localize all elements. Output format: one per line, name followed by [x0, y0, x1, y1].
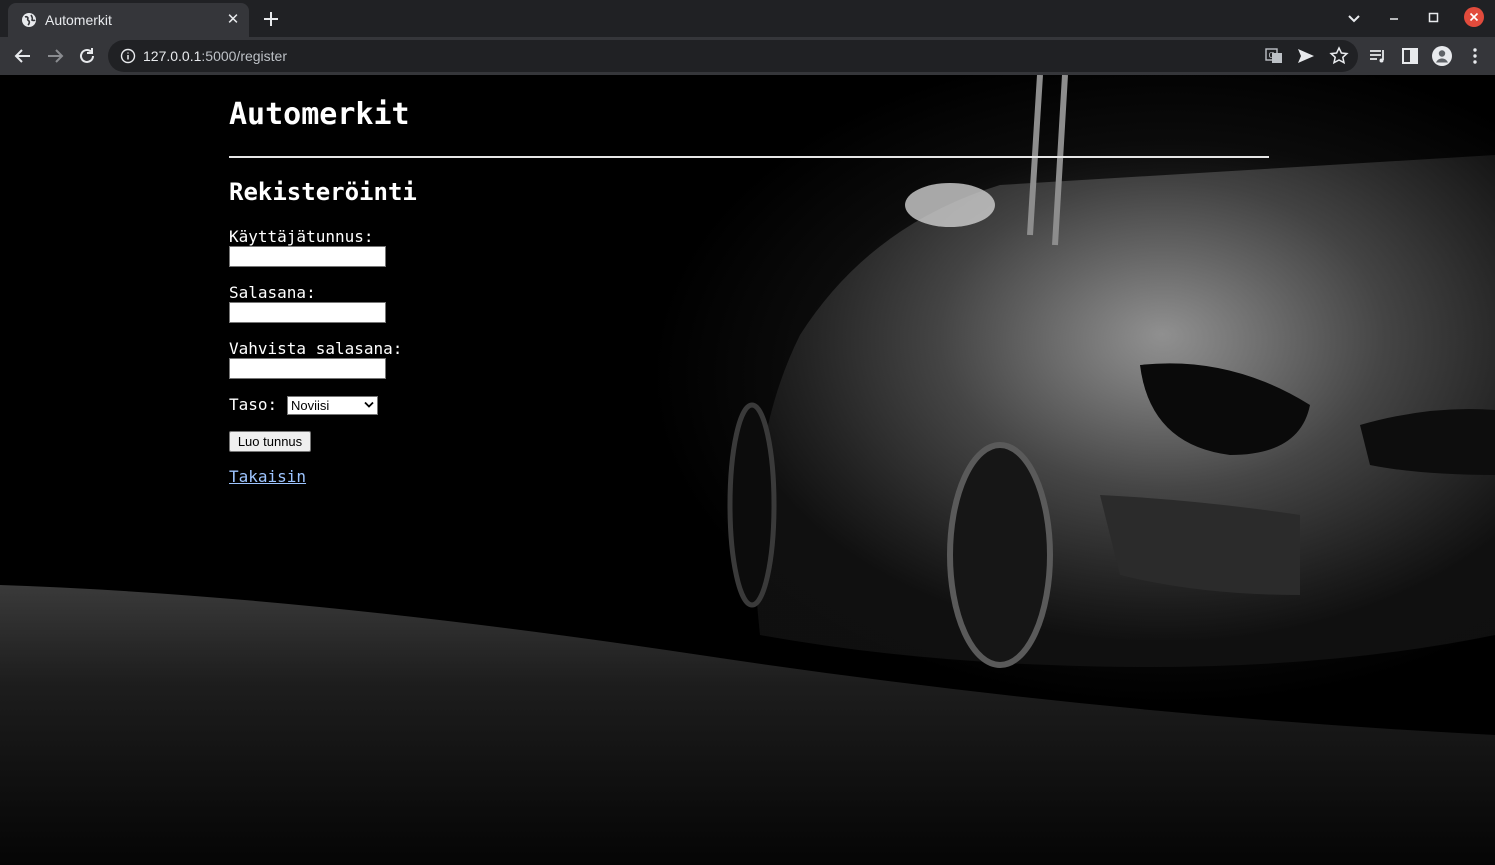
username-label: Käyttäjätunnus:	[229, 227, 374, 246]
side-panel-icon[interactable]	[1398, 44, 1422, 68]
tab-strip: Automerkit ✕	[0, 0, 1495, 37]
back-arrow-icon[interactable]	[11, 44, 35, 68]
info-icon[interactable]	[120, 48, 136, 64]
address-bar[interactable]: 127.0.0.1:5000/register G	[108, 40, 1358, 72]
back-link[interactable]: Takaisin	[229, 467, 306, 486]
page-viewport: Automerkit Rekisteröinti Käyttäjätunnus:…	[0, 75, 1495, 865]
level-label: Taso:	[229, 395, 278, 414]
star-icon[interactable]	[1327, 44, 1351, 68]
close-icon[interactable]: ✕	[224, 11, 242, 29]
url-host: 127.0.0.1	[143, 48, 202, 64]
background-car-image	[0, 75, 1495, 865]
chevron-down-icon[interactable]	[1342, 6, 1366, 30]
kebab-menu-icon[interactable]	[1463, 44, 1487, 68]
url-text[interactable]: 127.0.0.1:5000/register	[143, 48, 287, 64]
profile-icon[interactable]	[1430, 44, 1454, 68]
site-title: Automerkit	[229, 97, 410, 132]
maximize-icon[interactable]	[1422, 6, 1446, 30]
password-input[interactable]	[229, 302, 386, 323]
media-queue-icon[interactable]	[1366, 44, 1390, 68]
divider	[229, 156, 1269, 158]
window-close-icon[interactable]	[1462, 6, 1486, 30]
confirm-password-label: Vahvista salasana:	[229, 339, 403, 358]
translate-icon[interactable]: G	[1262, 44, 1286, 68]
globe-icon	[22, 13, 36, 27]
svg-text:G: G	[1269, 51, 1275, 60]
level-selected-value: Noviisi	[291, 398, 330, 413]
chevron-down-icon	[364, 401, 374, 408]
browser-tab[interactable]: Automerkit ✕	[8, 3, 249, 37]
level-select[interactable]: Noviisi	[287, 396, 378, 415]
create-account-button[interactable]: Luo tunnus	[229, 431, 311, 452]
send-icon[interactable]	[1294, 44, 1318, 68]
reload-icon[interactable]	[75, 44, 99, 68]
url-path: :5000/register	[201, 48, 287, 64]
username-input[interactable]	[229, 246, 386, 267]
browser-toolbar: 127.0.0.1:5000/register G	[0, 37, 1495, 75]
forward-arrow-icon[interactable]	[43, 44, 67, 68]
plus-icon[interactable]	[259, 7, 283, 31]
minimize-icon[interactable]	[1382, 6, 1406, 30]
confirm-password-input[interactable]	[229, 358, 386, 379]
tab-title: Automerkit	[45, 12, 112, 28]
password-label: Salasana:	[229, 283, 316, 302]
page-title: Rekisteröinti	[229, 178, 417, 206]
